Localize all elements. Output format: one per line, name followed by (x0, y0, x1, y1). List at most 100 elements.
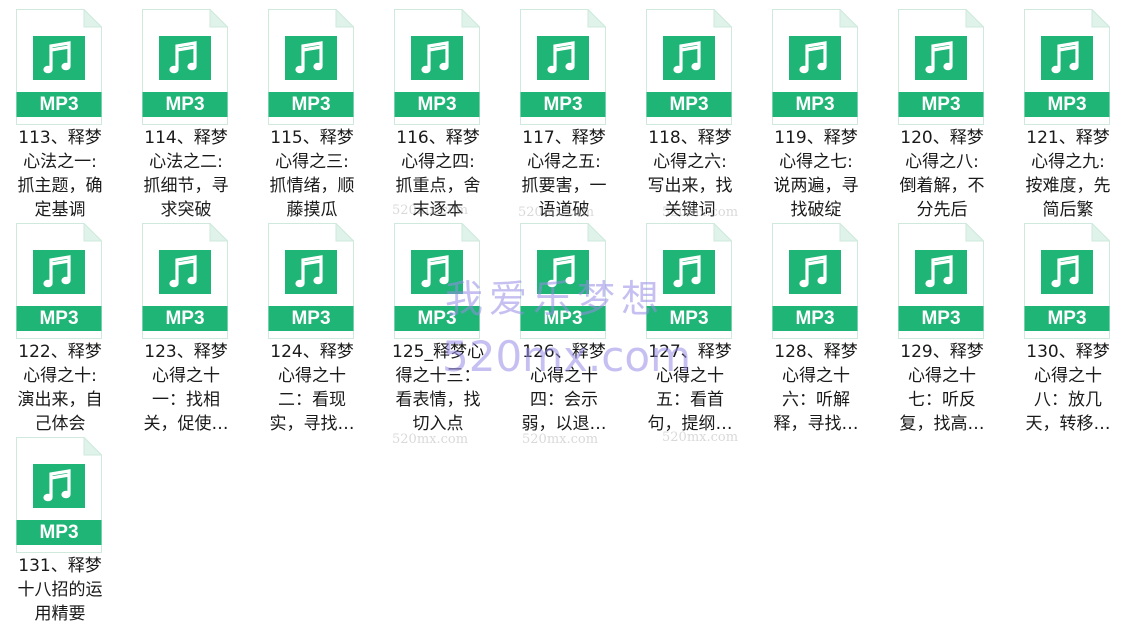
mp3-file-icon: MP3 (16, 9, 102, 125)
file-name-line: 十八招的运 (17, 580, 103, 600)
mp3-file-icon: MP3 (520, 223, 606, 339)
file-name-line: 分先后 (916, 200, 968, 220)
mp3-file-icon: MP3 (142, 9, 228, 125)
file-name-line: 抓要害，一 (521, 176, 607, 196)
mp3-file-icon: MP3 (394, 9, 480, 125)
mp3-file-icon: MP3 (142, 223, 228, 339)
file-name-line: 心法之一: (23, 152, 97, 172)
file-name-line: 按难度，先 (1025, 176, 1111, 196)
file-name-line: 心得之十 (1034, 366, 1102, 386)
file-name-line: 心得之十: (23, 366, 97, 386)
file-name-line: 藤摸瓜 (286, 200, 338, 220)
file-name: 126、释梦 心得之十 四：会示 弱，以退… (504, 340, 624, 436)
file-item[interactable]: MP3 129、释梦 心得之十 七：听反 复，找高… (882, 223, 1002, 436)
file-type-label: MP3 (417, 308, 457, 329)
file-name-line: 心得之十 (530, 366, 598, 386)
mp3-file-icon: MP3 (772, 9, 858, 125)
file-name-line: 心得之十 (152, 366, 220, 386)
file-name-line: 114、释梦 (144, 128, 228, 148)
file-name-line: 六：听解 (782, 390, 850, 410)
file-name-line: 119、释梦 (774, 128, 858, 148)
file-item[interactable]: MP3 113、释梦 心法之一: 抓主题，确 定基调 (0, 9, 120, 222)
mp3-file-icon: MP3 (520, 9, 606, 125)
mp3-file-icon: MP3 (898, 223, 984, 339)
file-name-line: 倒着解，不 (899, 176, 985, 196)
file-name-line: 心得之六: (653, 152, 727, 172)
file-name-line: 116、释梦 (396, 128, 480, 148)
file-name-line: 心得之四: (401, 152, 475, 172)
file-name-line: 心得之七: (779, 152, 853, 172)
file-item[interactable]: MP3 121、释梦 心得之九: 按难度，先简后繁 (1008, 9, 1125, 220)
file-type-label: MP3 (921, 308, 961, 329)
file-type-label: MP3 (669, 94, 709, 115)
file-item[interactable]: MP3 119、释梦 心得之七: 说两遍，寻 找破绽 (756, 9, 876, 222)
file-item[interactable]: MP3 123、释梦 心得之十 一：找相 关，促使… (126, 223, 246, 434)
file-item[interactable]: MP3 117、释梦 心得之五: 抓要害，一 语道破 (504, 9, 624, 220)
file-name-line: 语道破 (538, 200, 590, 220)
file-name-line: 简后繁 (1042, 200, 1094, 220)
file-name-line: 用精要 (34, 604, 86, 624)
file-name-line: 121、释梦 (1026, 128, 1110, 148)
file-type-label: MP3 (543, 94, 583, 115)
mp3-file-icon: MP3 (268, 223, 354, 339)
file-name-line: 126、释梦 (522, 342, 606, 362)
file-name: 129、释梦 心得之十 七：听反 复，找高… (882, 340, 1002, 436)
file-name-line: 115、释梦 (270, 128, 354, 148)
file-item[interactable]: MP3 122、释梦 心得之十: 演出来，自 己体会 (0, 223, 120, 436)
file-name-line: 心得之十 (782, 366, 850, 386)
file-name-line: 句，提纲… (647, 414, 733, 434)
file-name-line: 找破绽 (790, 200, 842, 220)
file-name-line: 129、释梦 (900, 342, 984, 362)
file-name-line: 抓主题，确 (17, 176, 103, 196)
mp3-file-icon: MP3 (268, 9, 354, 125)
file-name-line: 心得之三: (275, 152, 349, 172)
file-name: 122、释梦 心得之十: 演出来，自 己体会 (0, 340, 120, 436)
file-name-line: 心得之十 (656, 366, 724, 386)
file-name-line: 122、释梦 (18, 342, 102, 362)
file-name: 113、释梦 心法之一: 抓主题，确 定基调 (0, 126, 120, 222)
file-type-label: MP3 (417, 94, 457, 115)
file-name-line: 124、释梦 (270, 342, 354, 362)
file-name-line: 五：看首 (656, 390, 724, 410)
file-grid: MP3 113、释梦 心法之一: 抓主题，确 定基调 MP3 114、释梦 心法之二: 抓细节，… (0, 0, 1125, 644)
file-name: 119、释梦 心得之七: 说两遍，寻 找破绽 (756, 126, 876, 222)
file-name-line: 心得之十 (278, 366, 346, 386)
file-item[interactable]: MP3 126、释梦 心得之十 四：会示 弱，以退… (504, 223, 624, 436)
file-name-line: 抓细节，寻 (143, 176, 229, 196)
file-item[interactable]: MP3 124、释梦 心得之十二：看现实，寻找… (252, 223, 372, 434)
file-item[interactable]: MP3 125_释梦心 得之十三： 看表情，找 切入点 (378, 223, 498, 434)
file-type-label: MP3 (165, 308, 205, 329)
file-type-label: MP3 (39, 308, 79, 329)
mp3-file-icon: MP3 (1024, 9, 1110, 125)
file-name-line: 128、释梦 (774, 342, 858, 362)
file-name-line: 心得之八: (905, 152, 979, 172)
file-name-line: 118、释梦 (648, 128, 732, 148)
file-item[interactable]: MP3 128、释梦 心得之十 六：听解 释，寻找… (756, 223, 876, 434)
file-item[interactable]: MP3 131、释梦 十八招的运 用精要 (0, 437, 120, 644)
file-name-line: 抓情绪，顺 (269, 176, 355, 196)
file-item[interactable]: MP3 118、释梦 心得之六: 写出来，找 关键词 (630, 9, 750, 220)
file-item[interactable]: MP3 127、释梦 心得之十五：看首句，提纲… (630, 223, 750, 434)
file-item[interactable]: MP3 130、释梦 心得之十 八：放几 天，转移… (1008, 223, 1125, 434)
file-name-line: 关，促使… (143, 414, 229, 434)
file-name-line: 己体会 (34, 414, 86, 434)
file-name-line: 127、释梦 (648, 342, 732, 362)
file-item[interactable]: MP3 120、释梦 心得之八: 倒着解，不 分先后 (882, 9, 1002, 220)
file-name-line: 131、释梦 (18, 556, 102, 576)
mp3-file-icon: MP3 (646, 9, 732, 125)
file-name-line: 实，寻找… (269, 414, 355, 434)
file-name-line: 二：看现 (278, 390, 346, 410)
file-name-line: 125_释梦心 (392, 342, 484, 362)
file-name-line: 心得之九: (1031, 152, 1105, 172)
file-name: 114、释梦 心法之二: 抓细节，寻 求突破 (126, 126, 246, 222)
file-item[interactable]: MP3 114、释梦 心法之二: 抓细节，寻 求突破 (126, 9, 246, 222)
mp3-file-icon: MP3 (16, 223, 102, 339)
mp3-file-icon: MP3 (646, 223, 732, 339)
file-name-line: 得之十三： (395, 366, 481, 386)
file-type-label: MP3 (921, 94, 961, 115)
file-type-label: MP3 (1047, 308, 1087, 329)
file-name-line: 复，找高… (899, 414, 985, 434)
file-name-line: 释，寻找… (773, 414, 859, 434)
file-item[interactable]: MP3 116、释梦 心得之四: 抓重点，舍 末逐本 (378, 9, 498, 220)
file-item[interactable]: MP3 115、释梦 心得之三: 抓情绪，顺藤摸瓜 (252, 9, 372, 220)
